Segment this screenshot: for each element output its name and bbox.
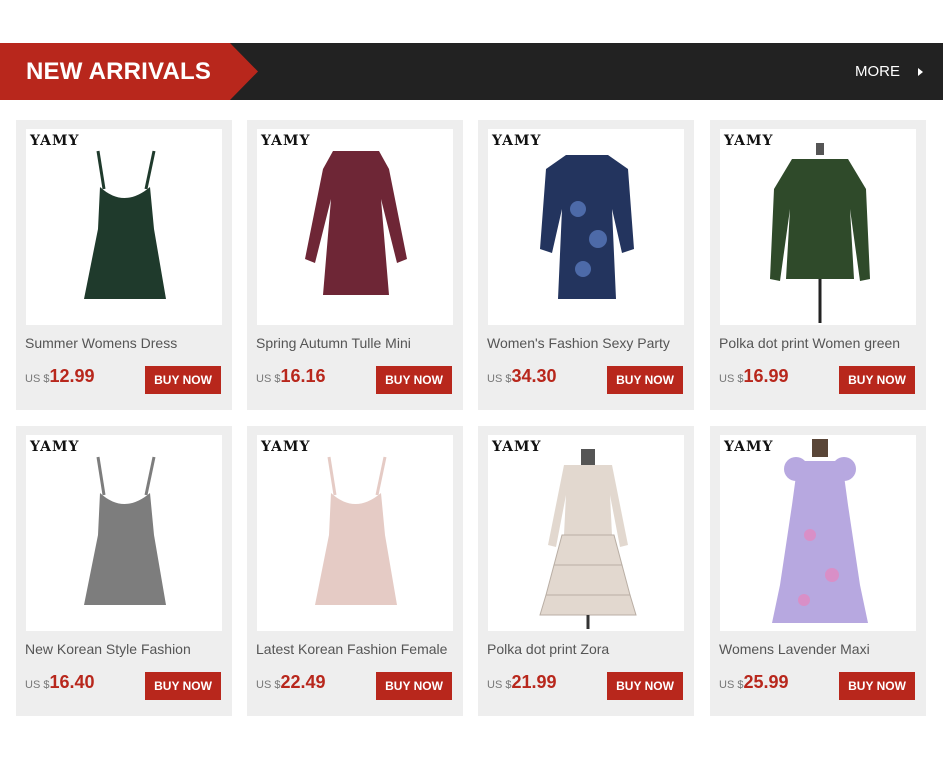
currency-label: US $ (256, 679, 281, 691)
product-title[interactable]: New Korean Style Fashion (25, 641, 225, 659)
price-amount: 21.99 (511, 672, 557, 692)
page-title: NEW ARRIVALS (26, 58, 212, 85)
brand-logo: YAMY (30, 439, 80, 455)
product-title[interactable]: Polka dot print Women green (719, 335, 919, 353)
product-image[interactable]: YAMY (26, 129, 222, 325)
currency-label: US $ (25, 679, 50, 691)
product-price: US $ 22.49 (256, 672, 326, 693)
product-card[interactable]: YAMY Polka dot print Women green US $ 16… (710, 120, 926, 410)
product-card[interactable]: YAMY Latest Korean Fashion Female US $ 2… (247, 426, 463, 716)
currency-label: US $ (487, 373, 512, 385)
brand-logo: YAMY (492, 133, 542, 149)
product-title[interactable]: Womens Lavender Maxi (719, 641, 919, 659)
brand-logo: YAMY (724, 439, 774, 455)
product-image[interactable]: YAMY (26, 435, 222, 631)
brand-logo: YAMY (261, 133, 311, 149)
product-image[interactable]: YAMY (257, 435, 453, 631)
buy-now-button[interactable]: BUY NOW (607, 366, 683, 394)
buy-now-button[interactable]: BUY NOW (839, 672, 915, 700)
currency-label: US $ (719, 373, 744, 385)
new-arrivals-banner: NEW ARRIVALS MORE (0, 43, 943, 100)
product-title[interactable]: Summer Womens Dress (25, 335, 225, 353)
price-amount: 16.16 (280, 366, 326, 386)
product-title[interactable]: Polka dot print Zora (487, 641, 687, 659)
price-amount: 34.30 (511, 366, 557, 386)
banner-title-tag: NEW ARRIVALS (0, 43, 258, 100)
currency-label: US $ (719, 679, 744, 691)
product-image[interactable]: YAMY (720, 435, 916, 631)
buy-now-button[interactable]: BUY NOW (376, 672, 452, 700)
currency-label: US $ (256, 373, 281, 385)
buy-now-button[interactable]: BUY NOW (376, 366, 452, 394)
currency-label: US $ (487, 679, 512, 691)
product-card[interactable]: YAMY Spring Autumn Tulle Mini US $ 16.16… (247, 120, 463, 410)
product-card[interactable]: YAMY Polka dot print Zora US $ 21.99 BUY… (478, 426, 694, 716)
product-image[interactable]: YAMY (488, 435, 684, 631)
product-price: US $ 25.99 (719, 672, 789, 693)
product-image[interactable]: YAMY (257, 129, 453, 325)
product-price: US $ 21.99 (487, 672, 557, 693)
price-amount: 16.99 (743, 366, 789, 386)
more-label: MORE (855, 63, 900, 80)
product-title[interactable]: Latest Korean Fashion Female (256, 641, 456, 659)
product-title[interactable]: Women's Fashion Sexy Party (487, 335, 687, 353)
buy-now-button[interactable]: BUY NOW (839, 366, 915, 394)
product-price: US $ 16.99 (719, 366, 789, 387)
product-price: US $ 34.30 (487, 366, 557, 387)
price-amount: 12.99 (49, 366, 95, 386)
currency-label: US $ (25, 373, 50, 385)
brand-logo: YAMY (492, 439, 542, 455)
product-image[interactable]: YAMY (720, 129, 916, 325)
product-card[interactable]: YAMY Summer Womens Dress US $ 12.99 BUY … (16, 120, 232, 410)
price-amount: 22.49 (280, 672, 326, 692)
product-price: US $ 16.40 (25, 672, 95, 693)
brand-logo: YAMY (261, 439, 311, 455)
product-image[interactable]: YAMY (488, 129, 684, 325)
caret-right-icon (918, 67, 923, 76)
buy-now-button[interactable]: BUY NOW (145, 672, 221, 700)
product-card[interactable]: YAMY Women's Fashion Sexy Party US $ 34.… (478, 120, 694, 410)
product-title[interactable]: Spring Autumn Tulle Mini (256, 335, 456, 353)
product-card[interactable]: YAMY Womens Lavender Maxi US $ 25.99 BUY… (710, 426, 926, 716)
product-card[interactable]: YAMY New Korean Style Fashion US $ 16.40… (16, 426, 232, 716)
brand-logo: YAMY (724, 133, 774, 149)
buy-now-button[interactable]: BUY NOW (145, 366, 221, 394)
buy-now-button[interactable]: BUY NOW (607, 672, 683, 700)
more-link[interactable]: MORE (855, 43, 923, 100)
price-amount: 25.99 (743, 672, 789, 692)
product-price: US $ 16.16 (256, 366, 326, 387)
brand-logo: YAMY (30, 133, 80, 149)
price-amount: 16.40 (49, 672, 95, 692)
product-price: US $ 12.99 (25, 366, 95, 387)
